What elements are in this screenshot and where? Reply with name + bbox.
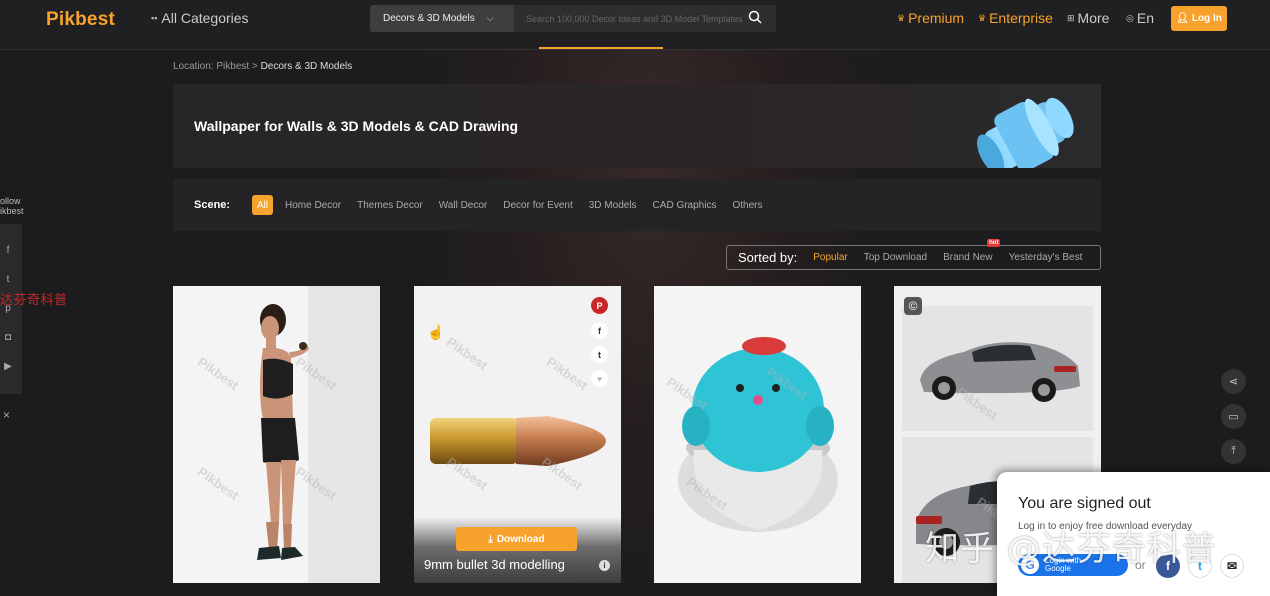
user-icon: 👤︎ [1176,13,1189,24]
info-icon[interactable]: i [599,560,610,571]
result-card[interactable]: Pikbest Pikbest Pikbest Pikbest P f t ♥ … [414,286,621,583]
sort-popular[interactable]: Popular [813,252,847,263]
scene-item-wall-decor[interactable]: Wall Decor [439,200,488,211]
scene-item-home-decor[interactable]: Home Decor [285,200,341,211]
close-icon[interactable]: × [3,408,10,422]
feedback-icon[interactable]: ▭ [1221,404,1246,429]
top-navigation: Pikbest ▪▪ All Categories Decors & 3D Mo… [0,0,1270,50]
instagram-icon[interactable]: ◘ [2,332,14,343]
result-card[interactable]: Pikbest Pikbest Pikbest Pikbest [173,286,380,583]
sort-yesterdays-best[interactable]: Yesterday's Best [1009,252,1083,263]
cylinder-illustration [977,97,1074,168]
woman-model-image [257,304,309,560]
grid-icon: ⊞ [1067,12,1075,23]
language-menu[interactable]: ◎ En [1126,10,1154,26]
sort-label: Sorted by: [738,250,798,265]
scene-item-themes-decor[interactable]: Themes Decor [357,200,423,211]
facebook-icon[interactable]: f [2,245,14,256]
breadcrumb-current: Decors & 3D Models [260,61,353,72]
crown-icon: ♛ [978,12,987,23]
more-menu[interactable]: ⊞ More [1067,10,1109,26]
search-bar: Decors & 3D Models ⌵ [370,5,776,32]
all-categories-menu[interactable]: ▪▪ All Categories [151,10,249,26]
crown-icon: ♛ [897,12,906,23]
pikbest-logo[interactable]: Pikbest [46,9,115,31]
youtube-icon[interactable]: ▶ [2,361,14,372]
scene-filter: Scene: All Home Decor Themes Decor Wall … [173,179,1101,231]
download-icon: ⤓ [488,533,493,545]
mouse-cursor-icon: ☝ [427,324,445,340]
download-button[interactable]: ⤓ Download [456,527,577,551]
scene-item-decor-for-event[interactable]: Decor for Event [503,200,572,211]
scene-item-all[interactable]: All [252,195,273,215]
social-follow-sidebar: f t p ◘ ▶ [0,224,22,394]
all-categories-label: All Categories [161,10,249,26]
scene-item-cad-graphics[interactable]: CAD Graphics [653,200,717,211]
knitted-toy-image [678,337,838,532]
category-banner: Wallpaper for Walls & 3D Models & CAD Dr… [173,84,1101,168]
search-input[interactable] [514,5,776,32]
facebook-share-icon[interactable]: f [591,322,608,339]
search-category-select[interactable]: Decors & 3D Models ⌵ [370,5,514,32]
twitter-share-icon[interactable]: t [591,346,608,363]
scene-label: Scene: [194,199,231,211]
heart-icon[interactable]: ♥ [591,370,608,387]
popup-title: You are signed out [1018,495,1151,512]
sort-bar: Sorted by: Popular Top Download Brand Ne… [726,239,1101,270]
zhihu-watermark: 知乎 @达芬奇科普 [925,529,1217,569]
car-image [920,342,1080,402]
chevron-down-icon: ⌵ [486,13,494,23]
back-to-top-icon[interactable]: ⤒ [1221,439,1246,464]
hot-badge: hot [987,239,1001,247]
pinterest-share-icon[interactable]: P [591,297,608,314]
follow-label: ollow ikbest [0,196,24,216]
search-icon[interactable] [748,10,762,24]
login-button[interactable]: 👤︎ Log In [1171,6,1227,31]
premium-link[interactable]: ♛ Premium [897,10,964,26]
globe-icon: ◎ [1126,12,1134,23]
breadcrumb: Location: Pikbest > Decors & 3D Models [173,61,352,72]
copyright-icon: © [904,297,922,315]
result-card[interactable]: Pikbest Pikbest Pikbest [654,286,861,583]
scene-item-3d-models[interactable]: 3D Models [589,200,637,211]
scene-item-others[interactable]: Others [732,200,762,211]
twitter-icon[interactable]: t [2,274,14,285]
card-title[interactable]: 9mm bullet 3d modelling [424,557,565,572]
red-watermark-text: 达芬奇科普 [0,293,68,308]
breadcrumb-prefix[interactable]: Location: Pikbest > [173,61,261,72]
sort-brand-new[interactable]: Brand New hot [943,239,1001,263]
active-tab-underline [539,47,663,49]
enterprise-link[interactable]: ♛ Enterprise [978,10,1053,26]
share-icon[interactable]: ⋖ [1221,369,1246,394]
sort-top-download[interactable]: Top Download [864,252,927,263]
page-title: Wallpaper for Walls & 3D Models & CAD Dr… [194,118,519,134]
email-login-icon[interactable]: ✉ [1220,554,1244,578]
grid-icon: ▪▪ [151,13,158,23]
